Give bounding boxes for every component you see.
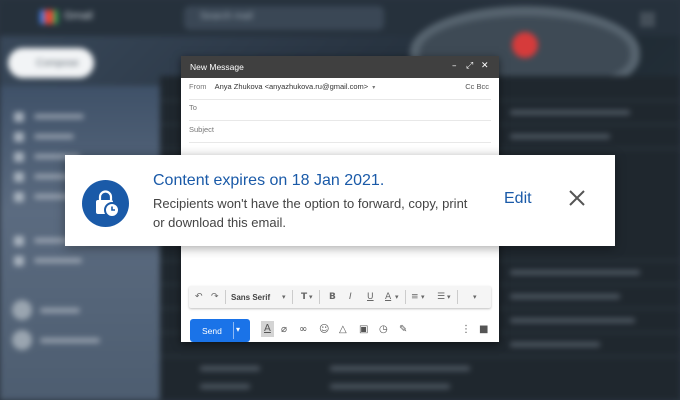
text-size-icon[interactable]: T bbox=[301, 291, 307, 303]
redo-icon[interactable]: ↷ bbox=[211, 291, 219, 303]
mail-row-snippet bbox=[510, 270, 640, 275]
contact-label bbox=[40, 308, 80, 313]
background-wallpaper-dot bbox=[512, 32, 538, 58]
snoozed-icon[interactable] bbox=[14, 152, 24, 162]
emoji-icon[interactable]: ☺ bbox=[319, 324, 329, 336]
gmail-logo-text: Gmail bbox=[64, 10, 93, 22]
to-label: To bbox=[189, 103, 197, 112]
signature-icon[interactable]: ✎ bbox=[399, 324, 407, 336]
mail-row-snippet bbox=[510, 134, 610, 139]
minimize-icon[interactable]: – bbox=[452, 61, 457, 71]
contact-label bbox=[40, 338, 100, 343]
mail-row-sender bbox=[200, 366, 260, 371]
mail-row-divider bbox=[160, 356, 680, 357]
from-value: Anya Zhukova <anyazhukova.ru@gmail.com> bbox=[214, 82, 369, 91]
from-label: From bbox=[189, 82, 207, 91]
avatar[interactable] bbox=[12, 300, 32, 320]
toolbar-divider bbox=[457, 290, 458, 304]
expiry-description: Recipients won't have the option to forw… bbox=[153, 196, 468, 230]
mail-row-snippet bbox=[510, 342, 600, 347]
mail-row-snippet bbox=[510, 110, 630, 115]
lock-clock-icon bbox=[82, 180, 129, 227]
starred-icon[interactable] bbox=[14, 132, 24, 142]
chevron-down-icon[interactable]: ▾ bbox=[421, 291, 425, 303]
from-field[interactable]: From Anya Zhukova <anyazhukova.ru@gmail.… bbox=[189, 82, 491, 100]
send-button-label: Send bbox=[202, 326, 222, 336]
photo-icon[interactable]: ▣ bbox=[359, 324, 368, 336]
sidebar-item-label bbox=[34, 114, 84, 119]
mail-row-snippet bbox=[510, 294, 620, 299]
text-color-icon[interactable]: A bbox=[385, 291, 391, 303]
drafts-icon[interactable] bbox=[14, 192, 24, 202]
compose-title-bar[interactable]: New Message – ⤢ ✕ bbox=[181, 56, 499, 78]
more-formatting-icon[interactable]: ▾ bbox=[473, 291, 477, 303]
subject-placeholder: Subject bbox=[189, 125, 215, 134]
mail-row-snippet bbox=[330, 366, 470, 371]
gmail-logo-icon bbox=[40, 10, 58, 24]
numbered-list-icon[interactable]: ☰ bbox=[437, 291, 445, 303]
discard-draft-icon[interactable]: ■ bbox=[479, 324, 488, 336]
fullscreen-icon[interactable]: ⤢ bbox=[466, 61, 473, 71]
compose-title: New Message bbox=[190, 62, 244, 72]
attach-icon[interactable]: ⌀ bbox=[281, 324, 287, 336]
formatting-options-icon[interactable]: A bbox=[261, 321, 274, 337]
edit-link[interactable]: Edit bbox=[504, 190, 532, 208]
to-field[interactable]: To bbox=[189, 103, 491, 121]
search-placeholder: Search mail bbox=[200, 11, 253, 22]
send-options-icon[interactable]: ▾ bbox=[236, 325, 240, 334]
send-button[interactable]: Send ▾ bbox=[190, 319, 250, 342]
bold-icon[interactable]: B bbox=[329, 291, 336, 303]
underline-icon[interactable]: U bbox=[367, 291, 374, 303]
label-icon[interactable] bbox=[14, 236, 24, 246]
mail-row-snippet bbox=[330, 384, 450, 389]
toolbar-divider bbox=[405, 290, 406, 304]
chevron-down-icon[interactable]: ▾ bbox=[395, 291, 399, 303]
font-selector[interactable]: Sans Serif bbox=[231, 292, 270, 304]
undo-icon[interactable]: ↶ bbox=[195, 291, 203, 303]
label-icon[interactable] bbox=[14, 256, 24, 266]
close-icon[interactable] bbox=[565, 186, 589, 210]
avatar[interactable] bbox=[12, 330, 32, 350]
send-button-divider bbox=[233, 322, 234, 339]
expiry-title: Content expires on 18 Jan 2021. bbox=[153, 172, 385, 189]
chevron-down-icon[interactable]: ▾ bbox=[372, 84, 375, 91]
mail-row-snippet bbox=[510, 318, 635, 323]
mail-row-sender bbox=[200, 384, 250, 389]
italic-icon[interactable]: I bbox=[349, 291, 352, 303]
chevron-down-icon[interactable]: ▾ bbox=[309, 291, 313, 303]
compose-button-label: Compose bbox=[36, 58, 79, 69]
cc-bcc-link[interactable]: Cc Bcc bbox=[465, 82, 489, 91]
sidebar-item-label bbox=[34, 134, 74, 139]
align-icon[interactable]: ≡ bbox=[411, 291, 419, 303]
toolbar-divider bbox=[319, 290, 320, 304]
chevron-down-icon[interactable]: ▾ bbox=[282, 291, 286, 303]
sidebar-item-label bbox=[34, 258, 82, 263]
inbox-icon[interactable] bbox=[14, 112, 24, 122]
link-icon[interactable]: ∞ bbox=[299, 324, 307, 336]
close-compose-icon[interactable]: ✕ bbox=[481, 61, 489, 71]
sent-icon[interactable] bbox=[14, 172, 24, 182]
confidential-mode-icon[interactable]: ◷ bbox=[379, 324, 388, 336]
subject-field[interactable]: Subject bbox=[189, 125, 491, 143]
more-options-icon[interactable]: ⋮ bbox=[461, 324, 471, 336]
drive-icon[interactable]: △ bbox=[339, 324, 347, 336]
toolbar-divider bbox=[225, 290, 226, 304]
chevron-down-icon[interactable]: ▾ bbox=[447, 291, 451, 303]
confidential-mode-banner: Content expires on 18 Jan 2021. Recipien… bbox=[65, 155, 615, 246]
apps-grid-icon[interactable] bbox=[640, 12, 654, 26]
toolbar-divider bbox=[292, 290, 293, 304]
formatting-toolbar: ↶ ↷ Sans Serif ▾ T ▾ B I U A ▾ ≡ ▾ ☰ ▾ ▾ bbox=[189, 286, 491, 308]
